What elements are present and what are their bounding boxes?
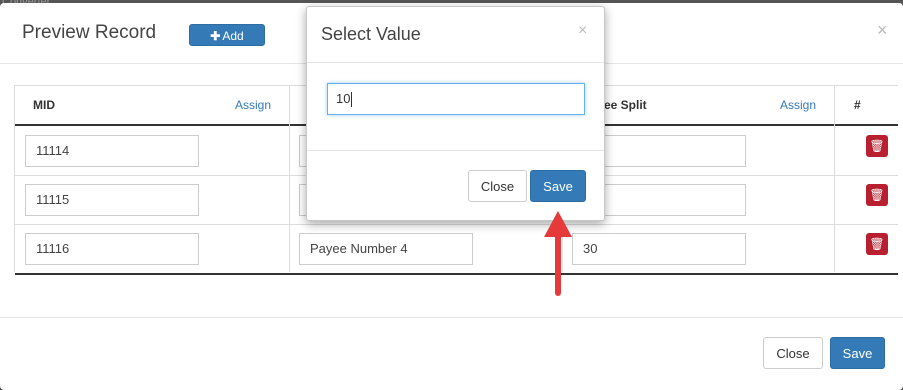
assign-link-mid[interactable]: Assign	[235, 86, 271, 124]
trash-icon[interactable]: 🗑	[866, 135, 888, 157]
select-value-dialog: Select Value × 10 Close Save	[306, 6, 605, 221]
text-cursor	[351, 92, 353, 108]
column-header-split: ee Split	[604, 98, 647, 112]
payee-field[interactable]: Payee Number 4	[299, 233, 473, 265]
dialog-footer-divider	[307, 150, 604, 151]
close-icon[interactable]: ×	[578, 22, 587, 40]
mid-field[interactable]: 11114	[25, 135, 199, 167]
modal-title: Preview Record	[22, 22, 157, 43]
red-arrow-icon	[544, 211, 572, 296]
dialog-header-divider	[307, 62, 604, 63]
dialog-close-button[interactable]: Close	[468, 170, 527, 202]
value-input-text: 10	[336, 91, 351, 106]
column-header-actions: #	[854, 98, 861, 112]
close-button[interactable]: Close	[763, 337, 823, 369]
save-button[interactable]: Save	[830, 337, 885, 369]
trash-icon[interactable]: 🗑	[866, 184, 888, 206]
modal-footer-divider	[0, 317, 903, 318]
mid-field[interactable]: 11115	[25, 184, 199, 216]
split-field[interactable]: 30	[572, 233, 746, 265]
trash-icon[interactable]: 🗑	[866, 233, 888, 255]
mid-field[interactable]: 11116	[25, 233, 199, 265]
table-row: 11116 Payee Number 4 30 🗑	[15, 224, 898, 275]
dialog-title: Select Value	[321, 24, 421, 44]
close-icon[interactable]: ×	[877, 21, 888, 39]
assign-link-split[interactable]: Assign	[780, 86, 816, 124]
plus-icon: ✚	[210, 29, 221, 43]
column-header-mid: MID	[33, 98, 55, 112]
value-input[interactable]: 10	[327, 83, 585, 115]
add-user-button[interactable]: ✚ Add User	[189, 24, 265, 63]
dialog-save-button[interactable]: Save	[530, 170, 586, 202]
